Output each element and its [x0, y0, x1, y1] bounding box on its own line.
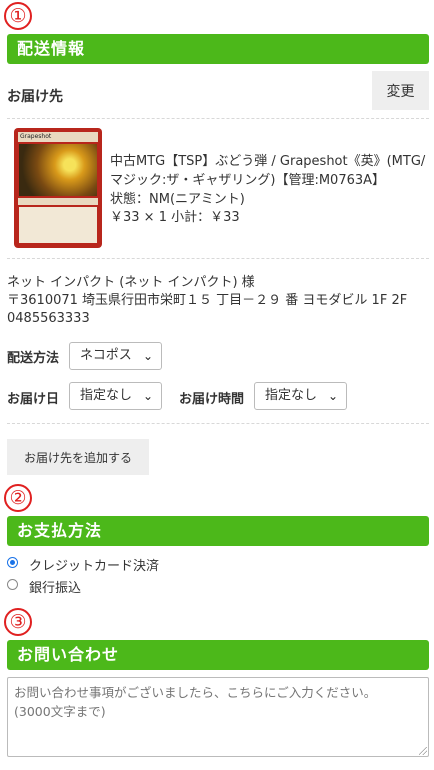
delivery-time-value: 指定なし [265, 388, 318, 403]
divider [7, 118, 429, 119]
card-image-title: Grapeshot [18, 132, 98, 142]
card-text-box [19, 207, 97, 243]
shipping-method-label: 配送方法 [7, 351, 60, 366]
card-type-line [18, 198, 98, 205]
inquiry-textarea[interactable] [7, 677, 429, 757]
delivery-date-value: 指定なし [80, 388, 133, 403]
payment-option-label: クレジットカード決済 [29, 559, 160, 574]
delivery-time-label: お届け時間 [179, 392, 245, 407]
step-1-marker: ① [4, 2, 32, 30]
change-destination-button[interactable]: 変更 [372, 71, 429, 110]
shipping-method-select[interactable]: ネコポス ⌄ [69, 342, 162, 370]
chevron-down-icon: ⌄ [142, 349, 153, 363]
recipient-address: 〒3610071 埼玉県行田市栄町１５ 丁目－２９ 番 ヨモダビル 1F 2F [7, 293, 408, 308]
item-name[interactable]: 中古MTG【TSP】ぶどう弾 / Grapeshot《英》(MTG/マジック:ザ… [110, 152, 426, 190]
radio-button[interactable] [7, 579, 18, 590]
inquiry-section-header: お問い合わせ [7, 640, 429, 670]
delivery-date-select[interactable]: 指定なし ⌄ [69, 382, 162, 410]
radio-button-checked[interactable] [7, 557, 18, 568]
add-destination-button[interactable]: お届け先を追加する [7, 439, 149, 475]
chevron-down-icon: ⌄ [142, 389, 153, 403]
delivery-date-label: お届け日 [7, 392, 60, 407]
resize-handle-icon[interactable] [419, 747, 427, 755]
card-image[interactable]: Grapeshot [14, 128, 102, 248]
shipping-method-value: ネコポス [80, 348, 132, 363]
item-condition: 状態：NM(ニアミント) [110, 192, 245, 207]
divider [7, 423, 429, 424]
payment-option-label: 銀行振込 [29, 581, 82, 596]
chevron-down-icon: ⌄ [327, 389, 338, 403]
step-2-marker: ② [4, 484, 32, 512]
step-3-marker: ③ [4, 608, 32, 636]
recipient-name: ネット インパクト (ネット インパクト) 様 [7, 275, 255, 290]
recipient-phone: 0485563333 [7, 311, 90, 326]
divider [7, 258, 429, 259]
payment-section-header: お支払方法 [7, 516, 429, 546]
delivery-time-select[interactable]: 指定なし ⌄ [254, 382, 347, 410]
shipping-section-header: 配送情報 [7, 34, 429, 64]
destination-label: お届け先 [7, 89, 63, 105]
item-price: ￥33 × 1 小計：￥33 [110, 210, 240, 225]
card-art [19, 144, 97, 196]
